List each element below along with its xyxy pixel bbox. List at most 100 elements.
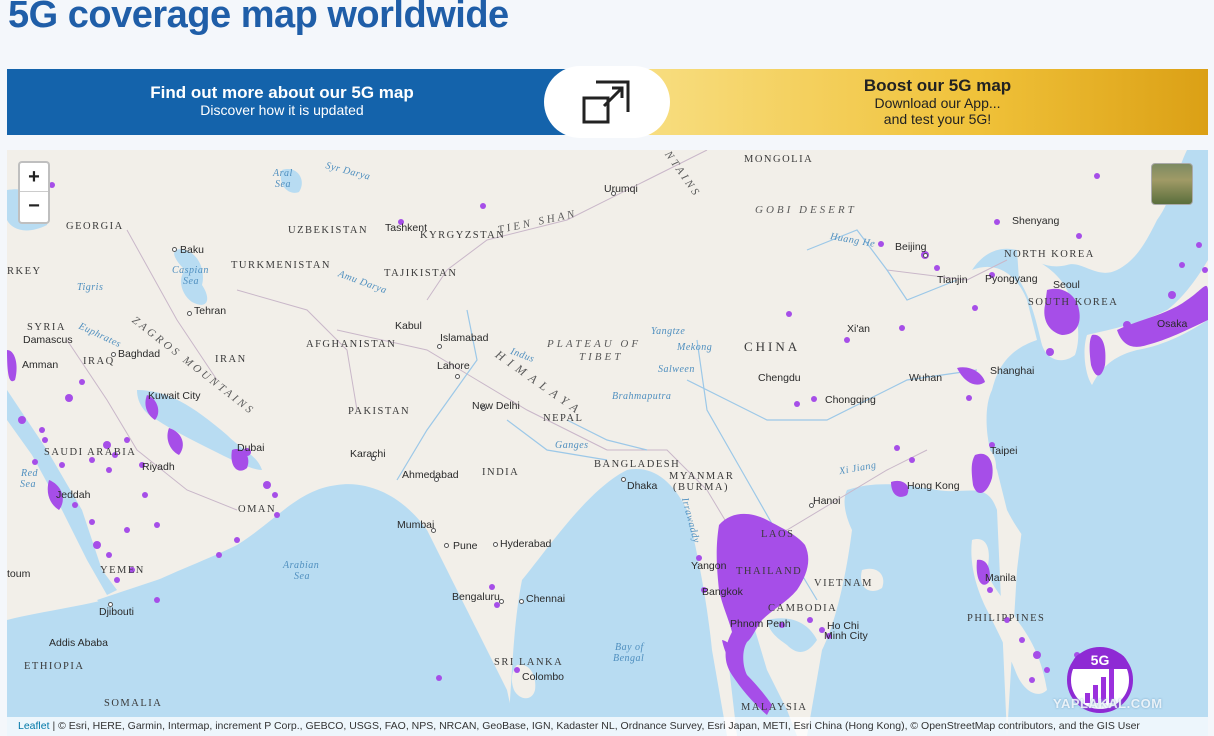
city-lahore: Lahore — [437, 360, 470, 372]
city-dubai: Dubai — [237, 442, 265, 454]
label-georgia: GEORGIA — [66, 221, 124, 232]
label-philippines: PHILIPPINES — [967, 613, 1046, 624]
city-amman: Amman — [22, 359, 59, 371]
city-new-delhi: New Delhi — [472, 400, 520, 412]
label-india: INDIA — [482, 467, 520, 478]
zoom-in-button[interactable]: + — [20, 163, 48, 192]
label-burma: (BURMA) — [673, 482, 730, 493]
city-tashkent: Tashkent — [385, 222, 428, 234]
water-caspian-2: Sea — [183, 276, 199, 287]
city-khartoum: toum — [7, 568, 31, 580]
coverage-map[interactable]: GEORGIA UZBEKISTAN KYRGYZSTAN MONGOLIA R… — [7, 150, 1208, 736]
city-dot — [621, 477, 626, 482]
city-chongqing: Chongqing — [825, 394, 876, 406]
water-brahmaputra: Brahmaputra — [612, 391, 672, 402]
label-malaysia: MALAYSIA — [741, 702, 808, 713]
label-bangladesh: BANGLADESH — [594, 459, 681, 470]
city-osaka: Osaka — [1157, 318, 1188, 330]
attribution-text: | © Esri, HERE, Garmin, Intermap, increm… — [49, 720, 1140, 732]
city-shanghai: Shanghai — [990, 365, 1035, 377]
city-dot — [455, 374, 460, 379]
5g-logo-text: 5G — [1071, 651, 1129, 669]
city-dhaka: Dhaka — [627, 480, 658, 492]
region-gobi: GOBI DESERT — [755, 204, 857, 216]
water-bay-bengal-2: Bengal — [613, 653, 645, 664]
water-red-sea-1: Red — [21, 468, 39, 479]
city-dot — [923, 253, 928, 258]
water-red-sea-2: Sea — [20, 479, 36, 490]
city-bengaluru: Bengaluru — [452, 591, 500, 603]
city-dot — [172, 247, 177, 252]
label-thailand: THAILAND — [736, 566, 803, 577]
city-chennai: Chennai — [526, 593, 566, 605]
label-ethiopia: ETHIOPIA — [24, 661, 85, 672]
city-seoul: Seoul — [1053, 279, 1080, 291]
label-turkmenistan: TURKMENISTAN — [231, 260, 331, 271]
city-shenyang: Shenyang — [1012, 215, 1060, 227]
city-addis-ababa: Addis Ababa — [49, 637, 108, 649]
label-myanmar: MYANMAR — [669, 471, 735, 482]
label-uzbekistan: UZBEKISTAN — [288, 225, 369, 236]
city-kabul: Kabul — [395, 320, 422, 332]
city-hong-kong: Hong Kong — [907, 480, 960, 492]
label-syria: SYRIA — [27, 322, 67, 333]
label-china: CHINA — [744, 339, 801, 354]
label-cambodia: CAMBODIA — [768, 603, 838, 614]
app-banner-title: Boost our 5G map — [863, 76, 1012, 95]
label-kyrgyzstan: KYRGYZSTAN — [420, 230, 506, 241]
label-iran: IRAN — [215, 354, 247, 365]
city-beijing: Beijing — [895, 241, 927, 253]
city-ho-chi-minh-2: Minh City — [824, 630, 868, 642]
city-karachi: Karachi — [350, 448, 386, 460]
water-tigris: Tigris — [77, 282, 104, 293]
city-dot — [444, 543, 449, 548]
app-download-banner[interactable]: Boost our 5G map Download our App... and… — [627, 69, 1208, 135]
label-saudi-arabia: SAUDI ARABIA — [44, 447, 137, 458]
city-phnom-penh: Phnom Penh — [730, 618, 791, 630]
city-bangkok: Bangkok — [702, 586, 743, 598]
map-info-subtitle: Discover how it is updated — [200, 102, 364, 118]
label-iraq: IRAQ — [83, 356, 115, 367]
banner: Find out more about our 5G map Discover … — [7, 66, 1208, 138]
city-urumqi: Urumqi — [604, 183, 638, 195]
label-yemen: YEMEN — [100, 565, 145, 576]
city-damascus: Damascus — [23, 334, 73, 346]
city-dot — [111, 352, 116, 357]
app-banner-line2: and test your 5G! — [883, 111, 992, 127]
label-tajikistan: TAJIKISTAN — [384, 268, 458, 279]
city-colombo: Colombo — [522, 671, 565, 683]
app-banner-line1: Download our App... — [874, 95, 1001, 111]
leaflet-link[interactable]: Leaflet — [18, 720, 50, 732]
water-ganges: Ganges — [555, 440, 589, 451]
city-kuwait-city: Kuwait City — [148, 390, 201, 402]
label-laos: LAOS — [761, 529, 795, 540]
water-aral-2: Sea — [275, 179, 291, 190]
water-caspian-1: Caspian — [172, 265, 209, 276]
label-south-korea: SOUTH KOREA — [1028, 297, 1119, 308]
city-ahmedabad: Ahmedabad — [402, 469, 459, 481]
city-dot — [493, 542, 498, 547]
satellite-layer-button[interactable] — [1151, 163, 1193, 205]
city-xian: Xi'an — [847, 323, 871, 335]
label-vietnam: VIETNAM — [814, 578, 873, 589]
page-title: 5G coverage map worldwide — [8, 0, 509, 36]
fullscreen-button[interactable] — [544, 66, 670, 138]
water-yangtze: Yangtze — [651, 326, 686, 337]
city-manila: Manila — [985, 572, 1016, 584]
region-plateau: PLATEAU OF — [547, 338, 642, 350]
city-tianjin: Tianjin — [937, 274, 968, 286]
watermark: YAPLAKAL.COM — [1053, 696, 1163, 711]
city-hanoi: Hanoi — [813, 495, 841, 507]
city-islamabad: Islamabad — [440, 332, 489, 344]
label-turkey: RKEY — [7, 266, 42, 277]
map-basemap — [7, 150, 1208, 736]
city-djibouti: Djibouti — [99, 606, 135, 618]
water-bay-bengal-1: Bay of — [615, 642, 644, 653]
water-aral-1: Aral — [273, 168, 293, 179]
city-hyderabad: Hyderabad — [500, 538, 552, 550]
zoom-out-button[interactable]: − — [20, 192, 48, 221]
map-info-title: Find out more about our 5G map — [150, 83, 414, 102]
city-pyongyang: Pyongyang — [985, 273, 1038, 285]
city-yangon: Yangon — [691, 560, 727, 572]
map-info-banner[interactable]: Find out more about our 5G map Discover … — [7, 69, 587, 135]
